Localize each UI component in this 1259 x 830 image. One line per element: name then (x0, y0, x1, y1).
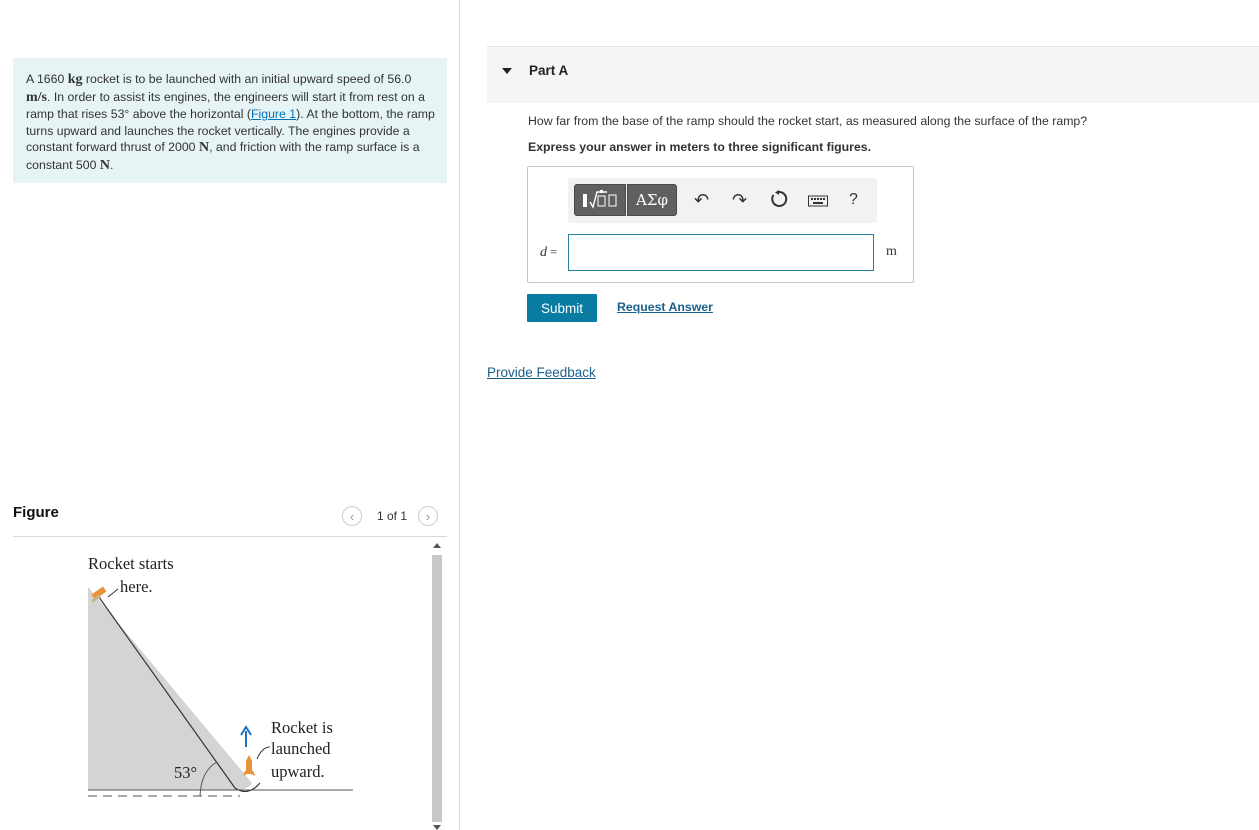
help-icon[interactable]: ? (849, 190, 858, 210)
provide-feedback-link[interactable]: Provide Feedback (487, 365, 596, 380)
problem-text: A 1660 (26, 72, 68, 86)
caret-down-icon[interactable] (502, 68, 512, 74)
submit-button[interactable]: Submit (527, 294, 597, 322)
unit-label: m (886, 244, 897, 259)
label-start-line2: here. (120, 577, 153, 596)
pager-count: 1 of 1 (377, 509, 408, 523)
answer-input[interactable] (568, 234, 874, 271)
reset-icon (771, 190, 788, 207)
arrow-up-icon (240, 725, 252, 747)
part-title: Part A (529, 63, 569, 78)
label-launch-line3: upward. (271, 762, 325, 781)
unit-n: N (198, 140, 210, 156)
panel-divider (459, 0, 460, 830)
pointer-line (107, 588, 119, 598)
problem-text: . (109, 157, 114, 172)
rocket-launch-icon (243, 755, 255, 776)
prev-figure-button[interactable]: ‹ (342, 506, 362, 526)
variable-label: d = (540, 245, 557, 261)
request-answer-link[interactable]: Request Answer (617, 300, 713, 314)
variable-symbol: d (540, 245, 547, 260)
scroll-thumb[interactable] (432, 555, 442, 822)
pointer-line (256, 746, 271, 760)
figure-scrollbar[interactable] (430, 540, 444, 830)
unit-kg: kg (67, 72, 83, 87)
unit-ms: m/s (26, 89, 47, 105)
part-a-header[interactable]: Part A (487, 46, 1259, 103)
label-launch-line1: Rocket is (271, 718, 333, 737)
problem-statement: A 1660 kg rocket is to be launched with … (13, 58, 447, 183)
keyboard-icon[interactable] (808, 192, 828, 212)
equals-sign: = (547, 245, 558, 259)
undo-icon[interactable]: ↶ (694, 190, 709, 210)
ramp-shape (88, 587, 252, 790)
keyboard-icon (808, 195, 828, 207)
figure-pager: ‹ 1 of 1 › (342, 505, 439, 527)
math-toolbar: ΑΣφ ↶ ↷ ? (568, 178, 877, 223)
redo-icon[interactable]: ↷ (732, 190, 747, 210)
chevron-right-icon: › (425, 508, 431, 524)
label-launch-line2: launched (271, 739, 331, 758)
scroll-down-arrow[interactable] (433, 825, 441, 830)
scroll-up-arrow[interactable] (433, 543, 441, 548)
unit-n: N (99, 157, 110, 173)
ramp-figure: 53° Rocket starts here. Rocket is launch… (88, 554, 353, 797)
question-text: How far from the base of the ramp should… (528, 114, 1088, 128)
templates-button[interactable] (574, 184, 626, 216)
reset-icon[interactable] (770, 190, 788, 212)
instruction-text: Express your answer in meters to three s… (528, 140, 872, 154)
greek-symbols-button[interactable]: ΑΣφ (627, 184, 677, 216)
templates-icon (583, 190, 617, 209)
answer-box: ΑΣφ ↶ ↷ ? d = m (527, 166, 914, 283)
label-start-line1: Rocket starts (88, 554, 174, 573)
figure-link[interactable]: Figure 1 (251, 107, 296, 121)
figure-title: Figure (13, 504, 59, 521)
toolbar-button-group: ΑΣφ (574, 184, 677, 216)
chevron-left-icon: ‹ (349, 508, 355, 524)
next-figure-button[interactable]: › (418, 506, 439, 526)
figure-divider (13, 536, 447, 537)
problem-text: rocket is to be launched with an initial… (82, 72, 388, 86)
problem-text: 56.0 (387, 72, 412, 86)
angle-label: 53° (174, 763, 197, 782)
